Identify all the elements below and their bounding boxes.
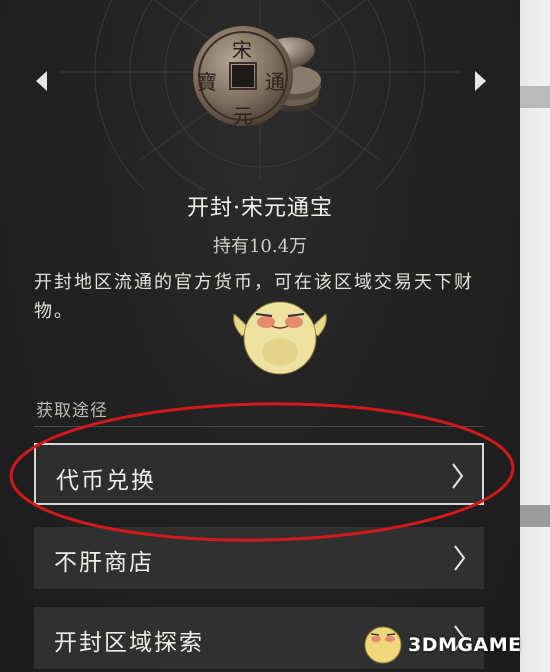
- chevron-right-icon: [452, 463, 464, 489]
- item-detail-panel: 宋 通 元 寶 开封·宋元通宝 持有10.4万 开封地区流通的官方货币，可在该区…: [0, 0, 520, 672]
- relaxed-shop-button[interactable]: 不肝商店: [34, 527, 484, 589]
- strip-band: [520, 86, 550, 108]
- kaifeng-exploration-label: 开封区域探索: [54, 630, 204, 656]
- arrow-left-icon: [36, 71, 47, 91]
- coin-char-right: 通: [265, 70, 285, 94]
- mascot-sticker: [233, 301, 327, 375]
- chevron-right-icon: [454, 545, 466, 571]
- token-exchange-label: 代币兑换: [56, 468, 156, 494]
- background-strip: [520, 0, 550, 672]
- arrow-right-icon: [475, 71, 486, 91]
- coin-char-bottom: 元: [233, 104, 253, 128]
- item-title: 开封·宋元通宝: [187, 196, 333, 221]
- next-item-button[interactable]: [472, 70, 488, 92]
- watermark-text: 3DMGAME: [408, 634, 522, 656]
- holding-count: 持有10.4万: [212, 236, 308, 257]
- relaxed-shop-label: 不肝商店: [54, 550, 154, 576]
- coin-char-top: 宋: [232, 38, 252, 62]
- watermark-mascot-icon: [364, 626, 402, 664]
- section-divider: [34, 426, 484, 427]
- coin-char-left: 寶: [197, 70, 217, 94]
- token-exchange-button[interactable]: 代币兑换: [34, 443, 484, 505]
- watermark: 3DMGAME: [360, 618, 522, 668]
- prev-item-button[interactable]: [34, 70, 50, 92]
- strip-band: [520, 505, 550, 527]
- acquire-section-label: 获取途径: [36, 401, 108, 421]
